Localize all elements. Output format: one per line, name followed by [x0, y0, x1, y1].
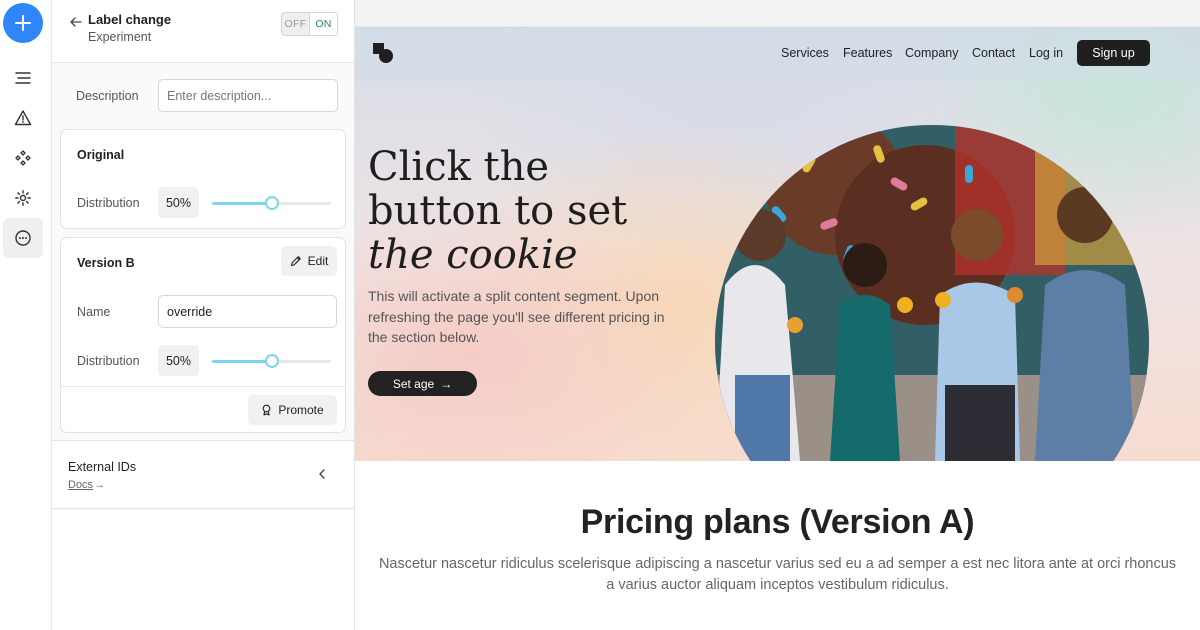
brand-logo-icon[interactable]	[371, 41, 395, 65]
components-button[interactable]	[3, 138, 43, 178]
edit-label: Edit	[307, 254, 329, 268]
version-b-card: Version B Edit Name Distribution 50% Pro…	[60, 237, 346, 433]
description-row: Description	[52, 63, 354, 129]
slider-fill	[212, 202, 272, 205]
list-icon	[15, 72, 31, 84]
slider-thumb[interactable]	[264, 196, 279, 210]
site-preview: Services Features Company Contact Log in…	[355, 0, 1200, 630]
original-card: Original Distribution 50%	[60, 129, 346, 229]
slider-fill	[212, 360, 272, 363]
pricing-description: Nascetur nascetur ridiculus scelerisque …	[378, 556, 1177, 593]
settings-button[interactable]	[3, 178, 43, 218]
site-navbar: Services Features Company Contact Log in…	[355, 27, 1200, 79]
docs-link[interactable]: Docs	[68, 479, 93, 491]
preview-top-bar	[355, 0, 1200, 27]
experiment-toggle[interactable]: OFF ON	[281, 12, 338, 36]
panel-header: Label change Experiment OFF ON	[52, 0, 354, 63]
nav-company[interactable]: Company	[905, 46, 959, 60]
set-age-label: Set age	[392, 376, 435, 391]
nav-services[interactable]: Services	[781, 46, 829, 60]
warning-icon	[14, 110, 32, 126]
version-b-distribution-value[interactable]: 50%	[158, 345, 199, 376]
signup-button[interactable]: Sign up	[1077, 40, 1150, 66]
original-title: Original	[77, 148, 125, 162]
list-button[interactable]	[3, 58, 43, 98]
arrow-right-icon: →	[440, 376, 453, 391]
version-b-distribution-slider[interactable]	[212, 354, 331, 368]
more-button[interactable]	[3, 218, 43, 258]
nav-login[interactable]: Log in	[1029, 46, 1063, 60]
plus-icon	[15, 15, 31, 31]
promote-button[interactable]: Promote	[248, 395, 337, 425]
nav-features[interactable]: Features	[843, 46, 892, 60]
pricing-title: Pricing plans (Version A)	[580, 503, 975, 541]
panel-empty-area	[52, 510, 354, 630]
headline-line-3: the cookie	[368, 232, 578, 278]
external-ids-title: External IDs	[68, 460, 137, 474]
original-distribution-slider[interactable]	[212, 196, 331, 210]
diamond-grid-icon	[15, 150, 31, 166]
experiment-panel: Label change Experiment OFF ON Descripti…	[52, 0, 355, 630]
hero-group-photo	[715, 125, 1149, 461]
name-input[interactable]	[158, 295, 337, 328]
experiment-title: Label change	[88, 12, 172, 27]
nav-contact[interactable]: Contact	[972, 46, 1015, 60]
hero-headline: Click the button to set the cookie	[368, 145, 688, 277]
docs-arrow: →	[94, 479, 105, 491]
version-b-distribution-label: Distribution	[77, 354, 140, 368]
pencil-icon	[290, 256, 301, 267]
version-b-title: Version B	[77, 256, 135, 270]
promote-label: Promote	[278, 403, 324, 417]
card-divider	[61, 386, 345, 387]
original-distribution-value[interactable]: 50%	[158, 187, 199, 218]
headline-line-2: button to set	[368, 188, 628, 234]
alerts-button[interactable]	[3, 98, 43, 138]
description-input[interactable]	[158, 79, 338, 112]
experiment-subtitle: Experiment	[88, 30, 152, 44]
hero-description: This will activate a split content segme…	[368, 288, 665, 345]
external-ids-section[interactable]: External IDs Docs →	[52, 440, 354, 509]
name-label: Name	[77, 305, 111, 319]
description-label: Description	[76, 89, 139, 103]
chevron-left-icon[interactable]	[315, 467, 329, 481]
back-arrow-icon[interactable]	[68, 14, 84, 30]
original-distribution-label: Distribution	[77, 196, 140, 210]
edit-button[interactable]: Edit	[281, 246, 337, 276]
left-rail	[0, 0, 52, 630]
toggle-on-label[interactable]: ON	[309, 13, 337, 35]
more-circle-icon	[15, 230, 31, 246]
award-icon	[262, 404, 271, 416]
gear-icon	[15, 190, 31, 206]
hero-section: Services Features Company Contact Log in…	[355, 27, 1200, 461]
add-button[interactable]	[3, 3, 43, 43]
slider-thumb[interactable]	[264, 354, 279, 368]
toggle-off-label[interactable]: OFF	[282, 13, 309, 35]
set-age-button[interactable]: Set age →	[368, 371, 477, 396]
headline-line-1: Click the	[368, 144, 550, 190]
